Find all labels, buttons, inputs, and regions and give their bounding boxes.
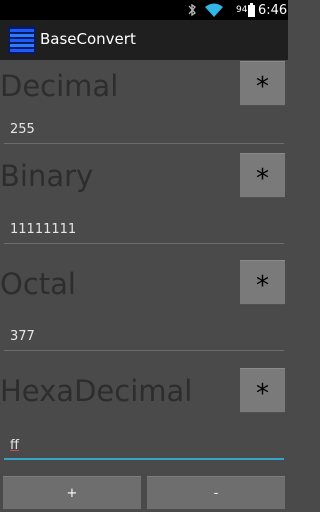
app-icon[interactable]	[8, 26, 36, 54]
decimal-star-button[interactable]: *	[240, 61, 285, 106]
app-title: BaseConvert	[40, 30, 136, 48]
binary-input[interactable]: 11111111	[4, 216, 284, 244]
status-bar: 94 6:46	[0, 0, 288, 20]
bluetooth-icon	[188, 3, 196, 17]
hexadecimal-value: ff	[10, 438, 19, 453]
battery-icon	[248, 3, 255, 17]
octal-star-button[interactable]: *	[240, 260, 285, 305]
decimal-input[interactable]: 255	[4, 116, 284, 144]
clock: 6:46	[258, 3, 288, 18]
minus-button[interactable]: -	[147, 476, 285, 509]
plus-button[interactable]: +	[3, 476, 141, 509]
hexadecimal-label: HexaDecimal	[0, 374, 193, 408]
hexadecimal-input[interactable]: ff	[4, 432, 284, 460]
octal-input[interactable]: 377	[4, 323, 284, 351]
binary-star-button[interactable]: *	[240, 153, 285, 198]
octal-label: Octal	[0, 267, 76, 301]
hexadecimal-star-button[interactable]: *	[240, 368, 285, 413]
wifi-icon	[205, 3, 223, 17]
decimal-label: Decimal	[0, 69, 119, 103]
binary-label: Binary	[0, 159, 94, 193]
action-bar: BaseConvert	[0, 20, 288, 60]
battery-level: 94	[236, 5, 248, 15]
